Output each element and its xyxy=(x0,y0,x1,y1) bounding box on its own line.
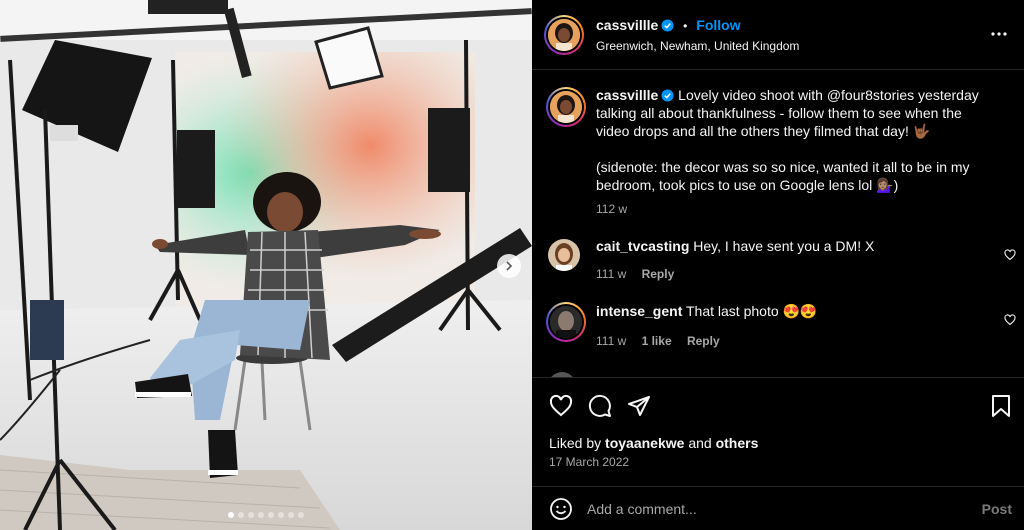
caption-line: talking all about thankfulness - follow … xyxy=(596,105,962,121)
post-media[interactable] xyxy=(0,0,532,530)
reply-button[interactable]: Reply xyxy=(687,334,720,348)
caption-time: 112 w xyxy=(596,202,639,216)
heart-icon[interactable] xyxy=(1004,314,1016,326)
comment-body: That last photo 😍😍 xyxy=(686,303,818,319)
liked-by-prefix: Liked by xyxy=(549,435,602,451)
author-line: cassvillle • Follow xyxy=(596,17,741,33)
share-icon[interactable] xyxy=(627,394,651,418)
heart-icon[interactable] xyxy=(1004,249,1016,261)
caption-text: cassvillle Lovely video shoot with @four… xyxy=(596,86,1016,194)
comment-icon[interactable] xyxy=(588,394,612,418)
comment-body: Hey, I have sent you a DM! X xyxy=(693,238,875,254)
comment-item: cait_tvcasting Hey, I have sent you a DM… xyxy=(546,237,1016,287)
comment-timestamp[interactable]: 111 w xyxy=(596,267,626,281)
caption-author[interactable]: cassvillle xyxy=(596,87,658,103)
chevron-right-icon xyxy=(506,261,513,271)
commenter-avatar[interactable] xyxy=(546,302,586,342)
comment-meta: 111 w Reply xyxy=(596,267,686,281)
commenter-username[interactable]: intense_gent xyxy=(596,303,682,319)
post-date[interactable]: 17 March 2022 xyxy=(549,455,629,469)
caption: cassvillle Lovely video shoot with @four… xyxy=(546,86,1016,221)
carousel-indicator xyxy=(0,512,532,518)
commenter-avatar[interactable] xyxy=(548,239,580,271)
author-avatar[interactable] xyxy=(544,15,584,55)
verified-badge-icon xyxy=(661,19,674,32)
carousel-dot xyxy=(278,512,284,518)
add-comment-bar: Post xyxy=(532,486,1024,530)
carousel-dot xyxy=(288,512,294,518)
liked-by-and: and xyxy=(688,435,712,451)
follow-button[interactable]: Follow xyxy=(696,17,740,33)
carousel-dot xyxy=(228,512,234,518)
caption-line: video drops and all the others they film… xyxy=(596,123,931,139)
author-avatar[interactable] xyxy=(546,87,586,127)
comment-text: cait_tvcasting Hey, I have sent you a DM… xyxy=(596,237,992,255)
emoji-icon[interactable] xyxy=(549,497,573,521)
commenter-username[interactable]: cait_tvcasting xyxy=(596,238,689,254)
liked-by: Liked by toyaanekwe and others xyxy=(549,435,758,451)
post-header: cassvillle • Follow Greenwich, Newham, U… xyxy=(532,0,1024,70)
post-location[interactable]: Greenwich, Newham, United Kingdom xyxy=(596,39,799,53)
heart-icon[interactable] xyxy=(549,394,573,418)
comment-item: intense_gent That last photo 😍😍 111 w 1 … xyxy=(546,302,1016,352)
verified-badge-icon xyxy=(661,89,674,102)
carousel-dot xyxy=(298,512,304,518)
post-details-panel: cassvillle • Follow Greenwich, Newham, U… xyxy=(532,0,1024,530)
comment-text: intense_gent That last photo 😍😍 xyxy=(596,302,992,320)
comment-meta: 111 w 1 like Reply xyxy=(596,334,732,348)
reply-button[interactable]: Reply xyxy=(642,267,675,281)
comment-likes[interactable]: 1 like xyxy=(642,334,672,348)
carousel-dot xyxy=(268,512,274,518)
carousel-dot xyxy=(258,512,264,518)
save-icon[interactable] xyxy=(990,394,1012,418)
more-options-icon[interactable] xyxy=(990,25,1008,43)
comment-input[interactable] xyxy=(587,497,967,521)
liked-by-user[interactable]: toyaanekwe xyxy=(605,435,684,451)
separator-dot: • xyxy=(683,19,688,33)
caption-line: Lovely video shoot with @four8stories ye… xyxy=(678,87,979,103)
caption-line: (sidenote: the decor was so so nice, wan… xyxy=(596,159,970,175)
liked-by-others[interactable]: others xyxy=(716,435,759,451)
carousel-dot xyxy=(238,512,244,518)
action-bar: Liked by toyaanekwe and others 17 March … xyxy=(532,377,1024,487)
next-slide-button[interactable] xyxy=(497,254,521,278)
carousel-dot xyxy=(248,512,254,518)
comments-list[interactable]: cassvillle Lovely video shoot with @four… xyxy=(532,71,1024,377)
comment-timestamp[interactable]: 111 w xyxy=(596,334,626,348)
caption-timestamp[interactable]: 112 w xyxy=(596,202,627,216)
author-username[interactable]: cassvillle xyxy=(596,17,658,33)
caption-line: bedroom, took pics to use on Google lens… xyxy=(596,177,899,193)
post-photo xyxy=(0,0,532,530)
post-comment-button[interactable]: Post xyxy=(982,501,1012,517)
